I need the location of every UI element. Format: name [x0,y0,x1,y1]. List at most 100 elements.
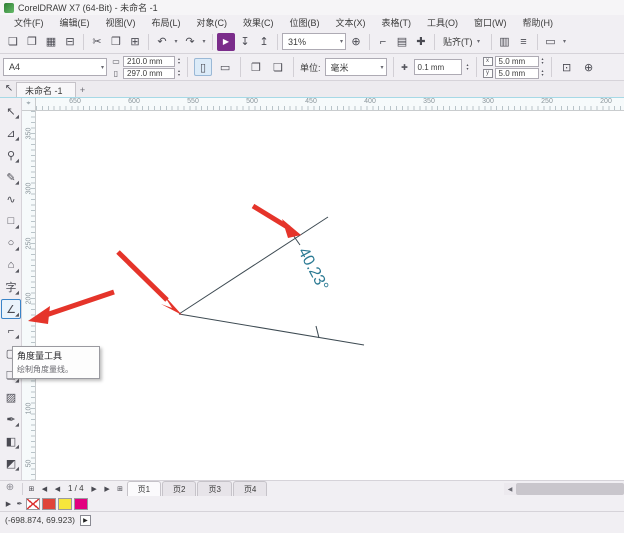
vertical-ruler[interactable]: 350 300 250 200 150 100 50 [22,111,36,481]
open-button[interactable]: ❐ [23,33,41,51]
rectangle-tool[interactable]: □◢ [1,211,21,231]
duplicate-y-input[interactable]: 5.0 mm [495,68,539,79]
menu-bitmaps[interactable]: 位图(B) [282,15,328,30]
propbar-separator [551,57,552,77]
palette-eyedropper-icon[interactable]: ✒ [15,500,24,508]
duplicate-x-input[interactable]: 5.0 mm [495,56,539,67]
chevron-down-icon[interactable]: ▾ [561,38,569,45]
drawing-canvas[interactable]: 40.23° [36,111,624,481]
swatch-red[interactable] [42,498,56,510]
treat-as-filled-button[interactable]: ⊡ [558,58,576,76]
pick-tool[interactable]: ↖◢ [1,101,21,121]
add-page-before-button[interactable]: ⊞ [25,482,38,495]
landscape-button[interactable]: ▭ [216,58,234,76]
zoom-level-combobox[interactable]: 31% ▾ [282,33,346,50]
menu-layout[interactable]: 布局(L) [144,15,189,30]
zoom-fit-button[interactable]: ⊕ [347,33,365,51]
transparency-tool[interactable]: ▨ [1,387,21,407]
page-tab-4[interactable]: 页4 [233,481,267,496]
duplicate-y-stepper[interactable]: ▴▾ [541,69,545,77]
redo-button[interactable]: ↷ [181,33,199,51]
page-tab-3[interactable]: 页3 [197,481,231,496]
undo-button[interactable]: ↶ [153,33,171,51]
paste-button[interactable]: ⊞ [126,33,144,51]
duplicate-x-stepper[interactable]: ▴▾ [541,57,545,65]
menu-text[interactable]: 文本(X) [328,15,374,30]
swatch-yellow[interactable] [58,498,72,510]
toolbox-customize-button[interactable]: ⊕ [0,482,20,496]
first-page-button[interactable]: ◀ [38,482,51,495]
polygon-tool[interactable]: ⌂◢ [1,255,21,275]
last-page-button[interactable]: ▶ [101,482,114,495]
interactive-fill-tool[interactable]: ◩◢ [1,453,21,473]
horizontal-scrollbar[interactable]: ◀ [504,483,624,495]
nudge-stepper[interactable]: ▴▾ [466,63,470,71]
angular-dimension-tool[interactable]: ∠◢ [1,299,21,319]
text-tool[interactable]: 字◢ [1,277,21,297]
import-button[interactable]: ↧ [236,33,254,51]
all-pages-button[interactable]: ❐ [247,58,265,76]
menu-file[interactable]: 文件(F) [6,15,52,30]
new-document-button[interactable]: ❏ [4,33,22,51]
page-height-input[interactable]: 297.0 mm [123,68,175,79]
scrollbar-thumb[interactable] [516,483,624,495]
add-page-after-button[interactable]: ⊞ [114,482,127,495]
nudge-distance-input[interactable]: 0.1 mm [414,59,462,75]
new-tab-button[interactable]: + [76,83,90,97]
current-page-button[interactable]: ❏ [269,58,287,76]
units-combobox[interactable]: 毫米 ▾ [325,58,387,76]
palette-flyout-icon[interactable]: ▶ [4,500,13,508]
status-expand-button[interactable]: ▶ [80,515,91,526]
curve-tool[interactable]: ∿ [1,189,21,209]
portrait-button[interactable]: ▯ [194,58,212,76]
eyedropper-tool[interactable]: ✒◢ [1,409,21,429]
page-width-icon: ▭ [111,57,121,66]
undo-dropdown-icon[interactable]: ▾ [172,38,180,45]
document-tab[interactable]: 未命名 -1 [16,82,76,97]
menu-edit[interactable]: 编辑(E) [52,15,98,30]
window-list-button[interactable]: ≡ [515,33,533,51]
page-tab-2[interactable]: 页2 [162,481,196,496]
connector-tool[interactable]: ⌐◢ [1,321,21,341]
cut-button[interactable]: ✂ [88,33,106,51]
snap-crosshair-button[interactable]: ✚ [412,33,430,51]
zoom-tool[interactable]: ⚲◢ [1,145,21,165]
swatch-no-color[interactable] [26,498,40,510]
page-height-stepper[interactable]: ▴▾ [177,69,181,77]
save-button[interactable]: ▦ [42,33,60,51]
monitor-button[interactable]: ▭ [542,33,560,51]
options-button[interactable]: ▥ [496,33,514,51]
scroll-left-button[interactable]: ◀ [504,483,516,495]
menu-tools[interactable]: 工具(O) [419,15,466,30]
swatch-magenta[interactable] [74,498,88,510]
copy-button[interactable]: ❒ [107,33,125,51]
shape-tool[interactable]: ⊿◢ [1,123,21,143]
horizontal-ruler[interactable]: 650 600 550 500 450 400 350 300 250 200 [36,98,624,111]
page-width-stepper[interactable]: ▴▾ [177,57,181,65]
propbar-add-button[interactable]: ⊕ [580,58,598,76]
menu-object[interactable]: 对象(C) [189,15,236,30]
redo-dropdown-icon[interactable]: ▾ [200,38,208,45]
page-tab-1[interactable]: 页1 [127,481,161,496]
menu-table[interactable]: 表格(T) [374,15,420,30]
page-preset-combobox[interactable]: A4 ▾ [3,58,107,76]
polygon-tool-icon: ⌂ [8,259,15,271]
menu-window[interactable]: 窗口(W) [466,15,515,30]
freehand-tool[interactable]: ✎◢ [1,167,21,187]
menu-effects[interactable]: 效果(C) [235,15,282,30]
export-button[interactable]: ↥ [255,33,273,51]
toolbar-separator [277,34,278,50]
show-rulers-button[interactable]: ▤ [393,33,411,51]
fullscreen-preview-button[interactable]: ⌐ [374,33,392,51]
print-button[interactable]: ⊟ [61,33,79,51]
application-launcher-button[interactable]: ▶ [217,33,235,51]
menu-help[interactable]: 帮助(H) [515,15,562,30]
snap-to-dropdown[interactable]: 贴齐(T) ▾ [439,33,487,50]
ruler-origin-button[interactable]: ⌖ [22,98,36,111]
fill-tool[interactable]: ◧◢ [1,431,21,451]
previous-page-button[interactable]: ◀ [51,482,64,495]
page-width-input[interactable]: 210.0 mm [123,56,175,67]
menu-view[interactable]: 视图(V) [98,15,144,30]
ellipse-tool[interactable]: ○◢ [1,233,21,253]
next-page-button[interactable]: ▶ [88,482,101,495]
